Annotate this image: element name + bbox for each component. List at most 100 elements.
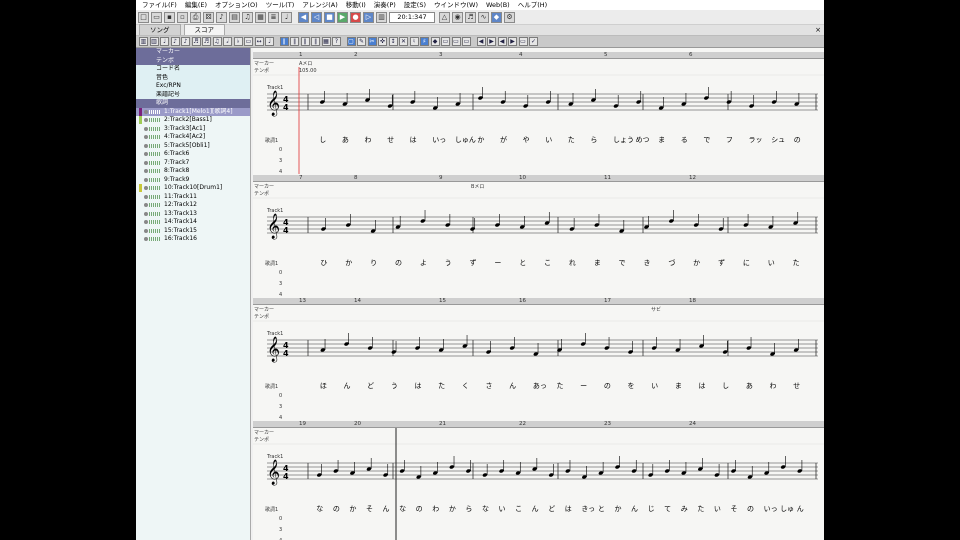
lyric-syllable[interactable]: て	[664, 505, 671, 513]
lyric-syllable[interactable]: き	[643, 259, 650, 267]
lyric-syllable[interactable]: り	[370, 259, 377, 267]
note[interactable]	[747, 466, 753, 479]
score-tool-5-icon[interactable]: ♬	[191, 37, 201, 46]
score-tool-6-icon[interactable]: ♬	[202, 37, 211, 46]
lyric-syllable[interactable]: わ	[364, 136, 371, 144]
tempo-value[interactable]: 105.00	[299, 68, 317, 74]
lyric-syllable[interactable]: い	[545, 136, 552, 144]
note[interactable]	[395, 216, 401, 229]
score-tool-36-icon[interactable]: ✓	[529, 37, 538, 46]
track-meta-4[interactable]: Exc/RPN	[136, 82, 250, 91]
score-system[interactable]: 7 8 9 10 11 12 マーカー テンポ Track1 歌詞1 0 3 4 Bメロ 𝄞 4 4 ひかりのよう…	[253, 175, 824, 298]
score-tool-13-icon[interactable]: ∥	[279, 37, 289, 46]
play-icon[interactable]: ▶	[337, 11, 348, 23]
lyric-syllable[interactable]: の	[416, 505, 423, 513]
lyric-syllable[interactable]: と	[519, 259, 526, 267]
note[interactable]	[432, 462, 438, 475]
lyric-syllable[interactable]: ん	[797, 505, 804, 513]
note[interactable]	[697, 458, 703, 471]
lyric-syllable[interactable]: じ	[648, 505, 655, 513]
score-tool-18-icon[interactable]: ?	[332, 37, 341, 46]
lyric-syllable[interactable]: か	[477, 136, 484, 144]
settings-icon[interactable]: ⚙	[504, 11, 515, 23]
score-tool-7-icon[interactable]: ♫	[212, 37, 222, 46]
lyric-syllable[interactable]: ず	[718, 258, 725, 267]
lyric-syllable[interactable]: あ	[342, 136, 349, 144]
save-as-icon[interactable]: ▫	[177, 11, 188, 23]
score-tool-20-icon[interactable]: ✎	[357, 37, 366, 46]
note[interactable]	[350, 462, 356, 475]
note[interactable]	[320, 339, 326, 352]
lyric-syllable[interactable]: う	[445, 259, 452, 267]
lyric-syllable[interactable]: あ	[746, 382, 753, 390]
note[interactable]	[644, 216, 650, 229]
score-tool-25-icon[interactable]: ♮	[409, 37, 419, 46]
measure-ruler[interactable]: 7 8 9 10 11 12	[253, 175, 824, 182]
tab-score[interactable]: スコア	[183, 24, 225, 35]
lyric-syllable[interactable]: めつ	[636, 136, 650, 144]
note[interactable]	[681, 462, 687, 475]
note[interactable]	[455, 93, 461, 106]
lyric-syllable[interactable]: ひ	[320, 259, 327, 267]
mark-icon[interactable]: ◆	[491, 11, 502, 23]
score-tool-27-icon[interactable]: ◆	[430, 37, 440, 46]
note[interactable]	[793, 212, 799, 225]
track-row[interactable]: 7:Track7	[136, 159, 250, 168]
score-tool-12-icon[interactable]: ♩	[265, 37, 274, 46]
lyric-syllable[interactable]: わ	[432, 505, 439, 513]
mute-icon[interactable]	[144, 135, 148, 140]
position-display[interactable]: 20:1:347	[389, 11, 435, 23]
new-file-icon[interactable]: □	[138, 11, 149, 23]
track-meta-1[interactable]: テンポ	[136, 56, 250, 65]
score-tool-14-icon[interactable]: ∥	[290, 37, 299, 46]
menu-item-2[interactable]: オプション(O)	[211, 0, 262, 10]
mute-icon[interactable]	[144, 118, 148, 123]
staff-svg[interactable]: マーカーテンポTrack1歌詞1034サビ𝄞 44ほんどうはたくさんあったーのをい…	[253, 305, 824, 421]
staff-icon[interactable]: ♩	[281, 11, 292, 23]
menu-item-5[interactable]: 移動(I)	[342, 0, 370, 10]
track-row[interactable]: 2:Track2[Bass1]	[136, 116, 250, 125]
lyric-syllable[interactable]: か	[449, 505, 456, 513]
mute-icon[interactable]	[144, 152, 148, 157]
save-icon[interactable]: ▪	[164, 11, 175, 23]
stop-icon[interactable]: ■	[324, 11, 335, 23]
keyboard-icon[interactable]: ▥	[376, 11, 387, 23]
score-system[interactable]: 192021222324マーカーテンポTrack1歌詞1034𝄞44なのかそんな…	[253, 421, 824, 540]
staff-svg[interactable]: マーカーテンポTrack1歌詞1034𝄞44なのかそんなのわからないこんどはきっ…	[253, 428, 824, 540]
lyric-syllable[interactable]: た	[557, 382, 564, 390]
score-tool-32-icon[interactable]: ▶	[487, 37, 496, 46]
note[interactable]	[794, 93, 800, 106]
lyric-syllable[interactable]: ん	[344, 382, 351, 390]
note[interactable]	[764, 462, 770, 475]
lyric-syllable[interactable]: み	[681, 505, 688, 513]
event-list-icon[interactable]: ≣	[268, 11, 279, 23]
note[interactable]	[793, 339, 799, 352]
lyric-syllable[interactable]: は	[565, 505, 572, 513]
measure-ruler[interactable]: 1 2 3 4 5 6	[253, 52, 824, 59]
score-icon[interactable]: ♫	[242, 11, 253, 23]
note[interactable]	[591, 89, 597, 102]
score-tool-19-icon[interactable]: ▢	[346, 37, 356, 46]
track-row[interactable]: 8:Track8	[136, 167, 250, 176]
lyric-syllable[interactable]: は	[415, 382, 422, 390]
lyric-syllable[interactable]: が	[500, 135, 507, 144]
note[interactable]	[568, 93, 574, 106]
menu-item-4[interactable]: アレンジ(A)	[298, 0, 342, 10]
note[interactable]	[515, 462, 521, 475]
lyric-syllable[interactable]: しゅ	[780, 505, 794, 513]
note[interactable]	[366, 458, 372, 471]
mute-icon[interactable]	[144, 186, 148, 191]
lyric-syllable[interactable]: で	[619, 259, 626, 267]
track-row[interactable]: 3:Track3[Ac1]	[136, 125, 250, 134]
lyric-syllable[interactable]: そ	[730, 505, 737, 513]
tab-song[interactable]: ソング	[139, 24, 181, 35]
lyric-syllable[interactable]: な	[316, 505, 323, 513]
track-row[interactable]: 15:Track15	[136, 227, 250, 236]
lyric-syllable[interactable]: ま	[675, 382, 682, 390]
lyric-syllable[interactable]: な	[399, 505, 406, 513]
lyric-syllable[interactable]: や	[523, 136, 530, 144]
score-tool-22-icon[interactable]: ✜	[378, 37, 387, 46]
lyric-syllable[interactable]: こ	[515, 505, 522, 513]
lyric-syllable[interactable]: か	[693, 259, 700, 267]
lyric-syllable[interactable]: れ	[569, 259, 576, 267]
